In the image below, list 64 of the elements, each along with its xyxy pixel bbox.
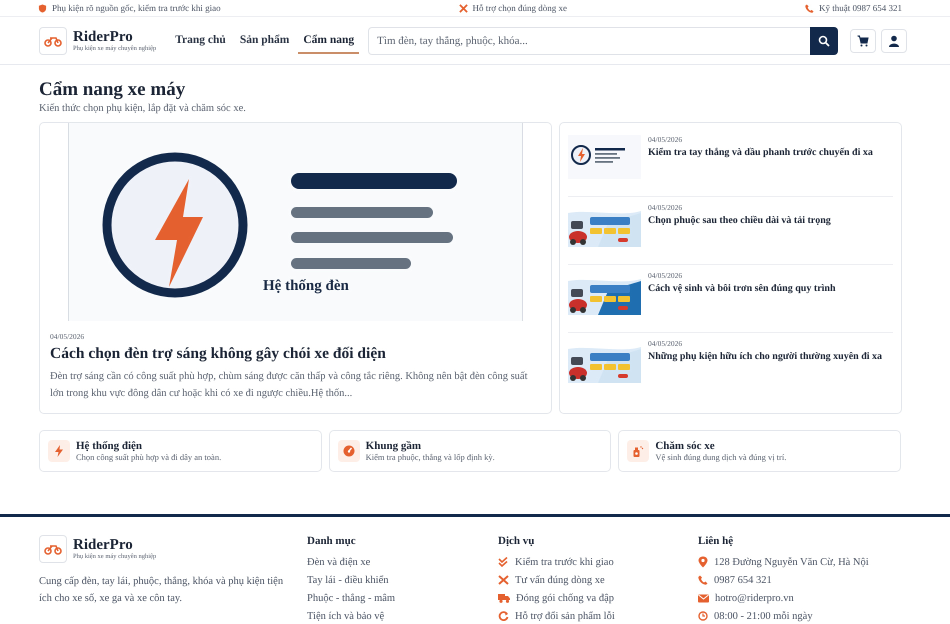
search-icon (818, 34, 830, 46)
category-description: Vệ sinh đúng dung dịch và đúng vị trí. (655, 452, 786, 462)
footer-heading: Danh mục (307, 534, 357, 547)
cart-icon (857, 34, 870, 46)
account-button[interactable] (881, 28, 908, 52)
gauge-icon (342, 444, 355, 457)
nav-link[interactable]: Sản phẩm (234, 28, 294, 54)
featured-article-card[interactable] (39, 122, 552, 414)
lightning-icon (54, 444, 64, 457)
footer-text: Tư vấn đúng dòng xe (515, 574, 605, 588)
article-title[interactable]: Cách chọn đèn trợ sáng không gây chói xe đối diện (50, 345, 541, 363)
category-title: Hệ thống điện (76, 440, 144, 452)
cart-button[interactable] (850, 28, 876, 52)
phone-icon (698, 575, 708, 586)
spray-bottle-icon (632, 444, 644, 457)
footer-text: Đóng gói chống va đập (516, 592, 614, 606)
refresh-icon (498, 611, 509, 622)
footer-text: hotro@riderpro.vn (715, 592, 794, 606)
footer-heading: Liên hệ (698, 534, 734, 547)
footer-link[interactable]: Phuộc - thắng - mâm (307, 590, 396, 606)
logo-icon (39, 26, 67, 54)
truck-icon (498, 593, 510, 604)
category-card[interactable]: Chăm sóc xe Vệ sinh đúng dung dịch và đúng vị trí. (618, 430, 901, 472)
category-card[interactable]: Khung gầm Kiểm tra phuộc, thắng và lốp định kỳ. (328, 430, 612, 472)
top-bar-text: Hỗ trợ chọn đúng dòng xe (472, 3, 568, 13)
user-icon (888, 34, 900, 46)
check-icon (498, 557, 509, 568)
shield-icon (38, 4, 47, 12)
footer-link[interactable]: Đèn và điện xe (307, 554, 370, 570)
article-excerpt: Đèn trợ sáng cần có công suất phù hợp, chùm sáng được căn thấp và công tắc riêng. Không nên bật đèn công suất lớn trong khu vực đông dân cư hoặc khi có xe đi ngược chiều.Hệ thốn... (50, 370, 529, 402)
category-description: Kiểm tra phuộc, thắng và lốp định kỳ. (366, 452, 495, 462)
footer-link[interactable]: Tay lái - điều khiển (307, 572, 388, 588)
top-bar-text: Kỹ thuật 0987 654 321 (818, 3, 902, 13)
nav-link[interactable]: Cẩm nang (298, 28, 360, 54)
footer-text: 128 Đường Nguyễn Văn Cừ, Hà Nội (714, 556, 869, 570)
clock-icon (698, 611, 708, 622)
footer-text: Hỗ trợ đổi sản phẩm lỗi (515, 610, 615, 624)
logo-icon (39, 534, 67, 563)
footer-about-text: Cung cấp đèn, tay lái, phuộc, thắng, khóa và phụ kiện tiện ích cho xe số, xe ga và xe côn tay. (39, 574, 284, 606)
article-title[interactable]: Những phụ kiện hữu ích cho người thường xuyên đi xa (648, 351, 882, 362)
brand-name: RiderPro (73, 28, 134, 46)
envelope-icon (698, 594, 709, 603)
page-subtitle: Kiến thức chọn phụ kiện, lắp đặt và chăm sóc xe. (39, 103, 247, 114)
footer-heading: Dịch vụ (498, 534, 536, 547)
category-description: Chọn công suất phù hợp và đi dây an toàn. (76, 452, 222, 462)
article-title[interactable]: Cách vệ sinh và bôi trơn sên đúng quy trình (648, 283, 836, 294)
image-caption: Hệ thống đèn (263, 278, 349, 295)
category-card[interactable]: Hệ thống điện Chọn công suất phù hợp và đi dây an toàn. (39, 430, 322, 472)
footer-link[interactable]: Tiện ích và bảo vệ (307, 608, 384, 624)
search-button[interactable] (810, 26, 838, 54)
nav-link[interactable]: Trang chủ (170, 28, 231, 54)
phone-icon (804, 4, 814, 12)
location-pin-icon (698, 556, 708, 568)
category-title: Chăm sóc xe (655, 440, 716, 452)
page-title: Cẩm nang xe máy (39, 79, 186, 101)
footer-text: 08:00 - 21:00 mỗi ngày (714, 610, 813, 624)
top-bar-text: Phụ kiện rõ nguồn gốc, kiểm tra trước khi giao (52, 3, 221, 13)
search-field[interactable]: Tìm đèn, tay thắng, phuộc, khóa... (368, 26, 810, 54)
category-title: Khung gầm (366, 440, 422, 452)
footer-text: 0987 654 321 (714, 574, 772, 588)
footer-text: Kiểm tra trước khi giao (515, 556, 614, 570)
article-title[interactable]: Kiểm tra tay thắng và dầu phanh trước chuyến đi xa (648, 147, 873, 158)
brand-name: RiderPro (73, 536, 134, 554)
article-title[interactable]: Chọn phuộc sau theo chiều dài và tải trọng (648, 215, 831, 226)
